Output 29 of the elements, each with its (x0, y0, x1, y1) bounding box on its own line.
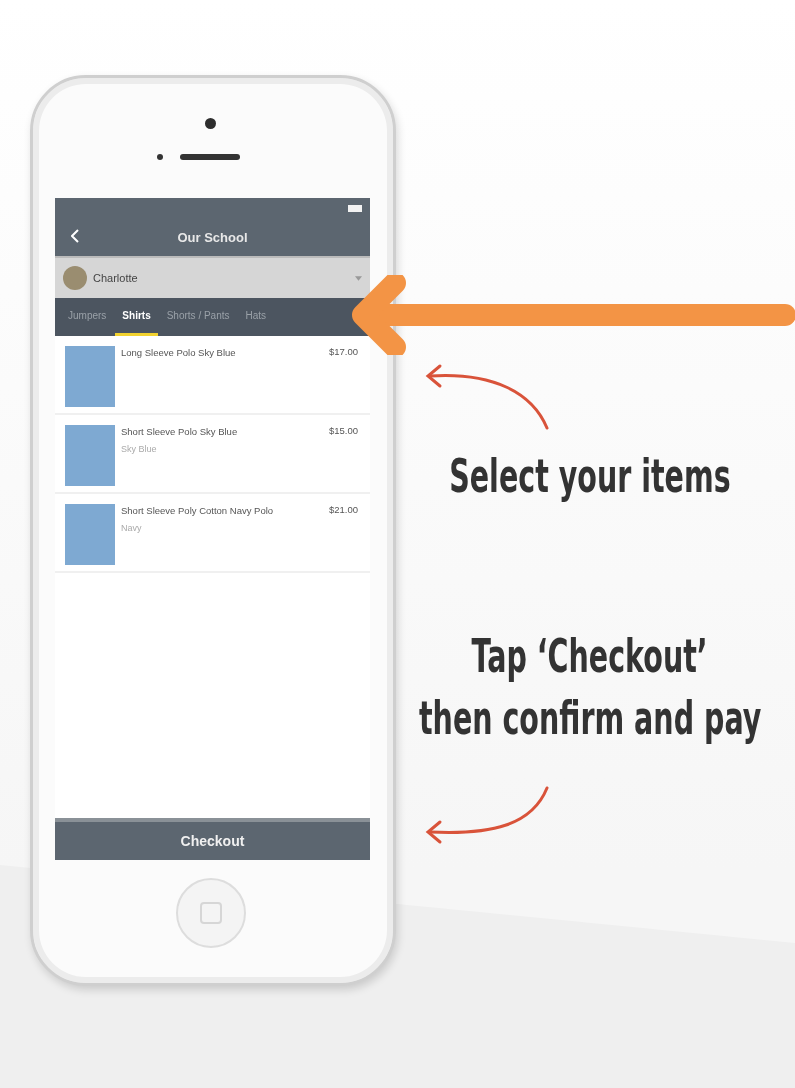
caret-icon (355, 275, 362, 281)
product-price: $15.00 (328, 425, 358, 436)
product-row[interactable]: Short Sleeve Polo Sky Blue Sky Blue $15.00 (55, 415, 370, 494)
product-variant: Sky Blue (121, 444, 158, 455)
caption-text: then confirm and pay (418, 690, 762, 747)
product-name: Short Sleeve Polo Sky Blue (121, 425, 239, 439)
product-price: $17.00 (328, 346, 358, 357)
product-row[interactable]: Short Sleeve Poly Cotton Navy Polo Navy $21.00 (55, 494, 370, 573)
caption-text: Select your items (449, 448, 731, 505)
screen-title: Our School (177, 229, 248, 245)
category-tab[interactable]: Shirts (115, 298, 158, 336)
profile-name: Charlotte (93, 272, 139, 284)
profile-selector[interactable]: Charlotte (55, 256, 370, 298)
back-icon[interactable] (71, 229, 79, 243)
battery-icon (348, 204, 362, 212)
photo-placeholder (65, 425, 115, 486)
sensor-icon (157, 154, 163, 160)
product-row[interactable]: Long Sleeve Polo Sky Blue $17.00 (55, 336, 370, 415)
product-name: Short Sleeve Poly Cotton Navy Polo (121, 504, 275, 518)
photo-placeholder (65, 504, 115, 565)
product-price: $21.00 (328, 504, 358, 515)
speaker-grille (180, 154, 240, 160)
avatar (63, 266, 87, 290)
caption-text: Tap ‘Checkout’ (471, 628, 709, 685)
product-name: Long Sleeve Polo Sky Blue (121, 346, 237, 360)
checkout-button[interactable]: Checkout (55, 818, 370, 860)
photo-placeholder (65, 346, 115, 407)
camera-icon (205, 118, 216, 129)
product-variant: Navy (121, 523, 143, 534)
